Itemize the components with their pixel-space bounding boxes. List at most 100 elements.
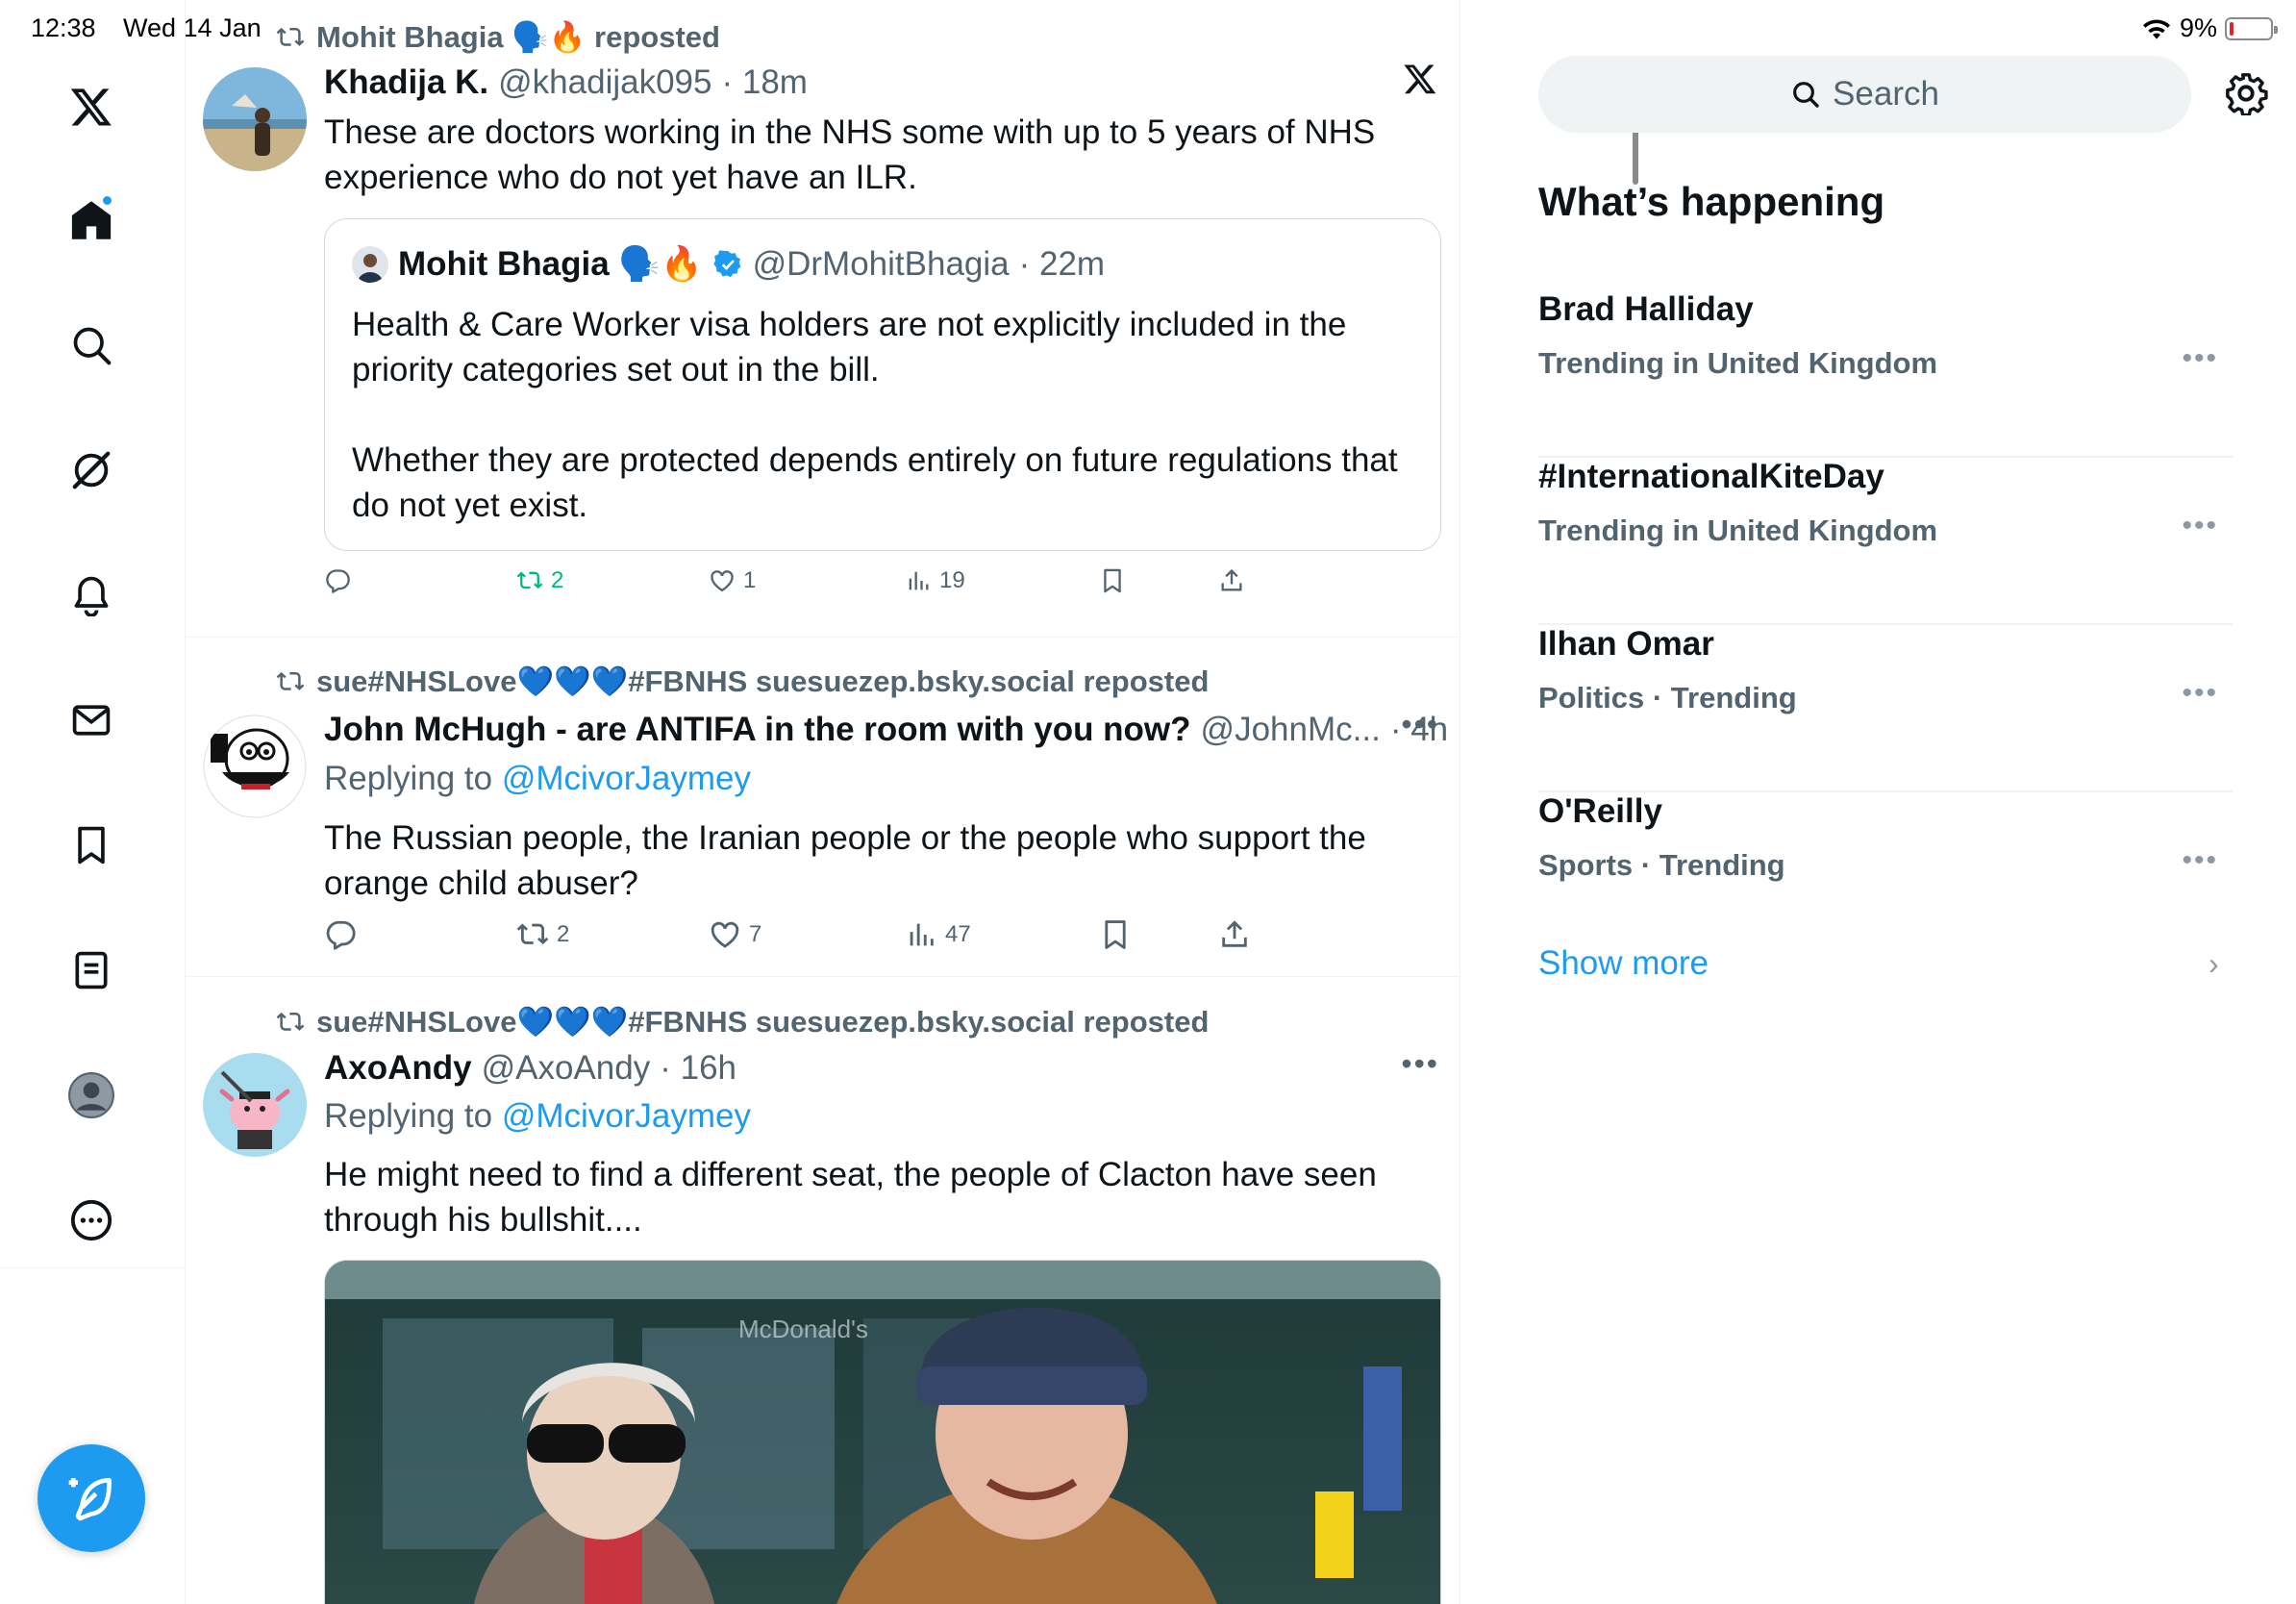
avatar[interactable]: [203, 1053, 307, 1157]
tweet-media-photo[interactable]: McDonald's: [324, 1260, 1441, 1604]
quoted-tweet[interactable]: Mohit Bhagia 🗣️🔥 @DrMohitBhagia · 22m He…: [324, 218, 1441, 551]
bookmark-button[interactable]: [1099, 918, 1132, 951]
views-chart-icon: [910, 923, 934, 946]
repost-count: 2: [557, 921, 570, 947]
tweet-actions: 2 1 19: [324, 567, 1285, 606]
search-input[interactable]: Search: [1538, 56, 2191, 133]
quote-handle: @DrMohitBhagia: [752, 244, 1010, 283]
tweet-actions: 2 7 47: [324, 918, 1285, 957]
notifications-bell-icon[interactable]: [58, 562, 125, 629]
reply-icon: [326, 920, 356, 950]
nav-divider: [0, 1267, 186, 1268]
views-button[interactable]: 19: [905, 567, 965, 594]
author-handle[interactable]: @khadijak095: [498, 63, 711, 102]
tweet[interactable]: Mohit Bhagia 🗣️🔥 reposted Khadija K. @kh…: [186, 0, 1460, 637]
reply-icon: [326, 569, 350, 593]
verified-badge-icon: [712, 249, 741, 277]
trend-more-icon[interactable]: •••: [2182, 510, 2218, 542]
search-placeholder: Search: [1833, 75, 1939, 113]
messages-envelope-icon[interactable]: [58, 687, 125, 754]
views-chart-icon: [909, 571, 929, 590]
repost-button[interactable]: 2: [516, 918, 569, 951]
home-icon[interactable]: [58, 187, 125, 254]
timeline: Mohit Bhagia 🗣️🔥 reposted Khadija K. @kh…: [186, 0, 1638, 1604]
trend-more-icon[interactable]: •••: [2182, 342, 2218, 375]
share-button[interactable]: [1218, 918, 1251, 951]
trend-item[interactable]: O'Reilly Sports · Trending •••: [1538, 792, 2234, 960]
more-options-icon[interactable]: [58, 1187, 125, 1254]
repost-icon: [276, 1012, 305, 1031]
tweet-text: The Russian people, the Iranian people o…: [324, 819, 1366, 902]
search-icon: [1793, 82, 1819, 108]
show-more-link[interactable]: Show more: [1538, 944, 1709, 983]
repost-count: 2: [551, 567, 564, 593]
share-icon: [1221, 568, 1242, 591]
heart-icon: [711, 570, 734, 592]
trend-meta: Sports · Trending: [1538, 848, 1785, 882]
quote-avatar: [352, 245, 388, 283]
trend-more-icon[interactable]: •••: [2182, 844, 2218, 877]
views-button[interactable]: 47: [905, 918, 971, 951]
like-button[interactable]: 1: [709, 567, 756, 594]
trend-more-icon[interactable]: •••: [2182, 677, 2218, 710]
quote-header: Mohit Bhagia 🗣️🔥 @DrMohitBhagia · 22m: [352, 244, 1105, 284]
repost-button[interactable]: 2: [516, 567, 563, 594]
trend-name: Brad Halliday: [1538, 290, 1754, 328]
search-nav-icon[interactable]: [58, 312, 125, 379]
like-button[interactable]: 7: [709, 918, 761, 951]
settings-gear-icon[interactable]: [2224, 71, 2268, 117]
tweet-text: He might need to find a different seat, …: [324, 1156, 1377, 1239]
bookmark-icon: [1104, 568, 1121, 593]
avatar[interactable]: [203, 67, 307, 171]
trend-item[interactable]: Brad Halliday Trending in United Kingdom…: [1538, 290, 2234, 458]
author-name[interactable]: Khadija K.: [324, 63, 488, 102]
author-handle[interactable]: @JohnMc...: [1201, 711, 1381, 749]
author-name[interactable]: John McHugh - are ANTIFA in the room wit…: [324, 711, 1191, 749]
replying-to: Replying to @McivorJaymey: [324, 1097, 751, 1136]
view-count: 19: [939, 567, 965, 593]
tweet-time[interactable]: · 16h: [660, 1049, 736, 1088]
replying-handle-link[interactable]: @McivorJaymey: [502, 760, 751, 797]
repost-indicator: Mohit Bhagia 🗣️🔥 reposted: [276, 19, 720, 55]
tweet-header: John McHugh - are ANTIFA in the room wit…: [324, 711, 1448, 749]
grok-icon[interactable]: [58, 437, 125, 504]
repost-icon: [516, 923, 549, 945]
tweet-text: These are doctors working in the NHS som…: [324, 113, 1376, 196]
more-options-icon[interactable]: •••: [1401, 707, 1439, 742]
replying-prefix: Replying to: [324, 1097, 502, 1135]
repost-icon: [276, 27, 305, 46]
media-sign-text: McDonald's: [738, 1315, 868, 1343]
tweet-time[interactable]: · 18m: [721, 63, 807, 102]
profile-avatar-icon[interactable]: [58, 1062, 125, 1129]
bookmark-button[interactable]: [1099, 567, 1126, 594]
repost-label: sue#NHSLove💙💙💙#FBNHS suesuezep.bsky.soci…: [316, 664, 1210, 698]
avatar[interactable]: [203, 714, 307, 818]
author-handle[interactable]: @AxoAndy: [482, 1049, 651, 1088]
repost-icon: [276, 671, 305, 690]
x-logo-icon[interactable]: [58, 73, 125, 140]
author-name[interactable]: AxoAndy: [324, 1049, 472, 1088]
trend-name: Ilhan Omar: [1538, 625, 1714, 663]
quote-text: Health & Care Worker visa holders are no…: [352, 302, 1419, 528]
share-button[interactable]: [1218, 567, 1245, 594]
tweet[interactable]: sue#NHSLove💙💙💙#FBNHS suesuezep.bsky.soci…: [186, 638, 1460, 976]
compose-post-button[interactable]: [37, 1444, 145, 1552]
more-options-icon[interactable]: •••: [1401, 1046, 1439, 1082]
repost-label: sue#NHSLove💙💙💙#FBNHS suesuezep.bsky.soci…: [316, 1005, 1210, 1039]
tweet-header: AxoAndy @AxoAndy · 16h: [324, 1049, 736, 1088]
home-notification-dot: [101, 194, 113, 207]
dismiss-x-icon[interactable]: [1403, 62, 1437, 104]
trend-item[interactable]: #InternationalKiteDay Trending in United…: [1538, 458, 2234, 625]
reply-button[interactable]: [324, 918, 357, 951]
replying-handle-link[interactable]: @McivorJaymey: [502, 1097, 751, 1135]
trend-item[interactable]: Ilhan Omar Politics · Trending •••: [1538, 625, 2234, 792]
like-count: 1: [743, 567, 757, 593]
whats-happening-title: What’s happening: [1538, 179, 1885, 224]
lists-icon[interactable]: [58, 937, 125, 1004]
tweet-header: Khadija K. @khadijak095 · 18m: [324, 63, 808, 102]
bookmark-icon: [1105, 920, 1126, 949]
reply-button[interactable]: [324, 567, 351, 594]
repost-indicator: sue#NHSLove💙💙💙#FBNHS suesuezep.bsky.soci…: [276, 664, 1209, 699]
bookmarks-icon[interactable]: [58, 812, 125, 879]
quote-paragraph: Health & Care Worker visa holders are no…: [352, 306, 1347, 388]
